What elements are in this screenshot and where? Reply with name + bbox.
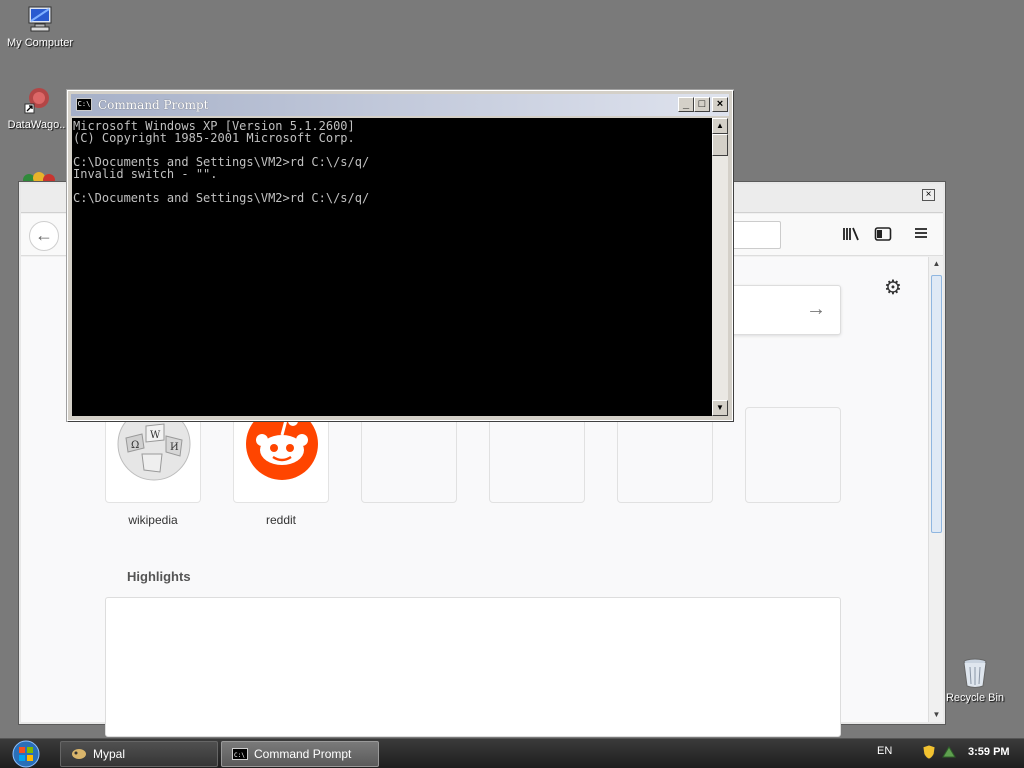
arrow-left-icon: ←	[35, 225, 53, 245]
cmd-title: Command Prompt	[98, 98, 209, 112]
recycle-bin-icon	[963, 658, 987, 688]
desktop-icon-label: Recycle Bin	[945, 692, 1005, 704]
desktop-icon-label: DataWago...	[7, 119, 69, 131]
clock[interactable]: 3:59 PM	[968, 746, 1010, 758]
cmd-icon: C:\	[232, 748, 248, 760]
highlights-heading: Highlights	[127, 569, 191, 584]
top-site-label[interactable]: reddit	[233, 513, 329, 527]
scroll-thumb[interactable]	[712, 134, 728, 156]
start-button-windows-icon[interactable]	[8, 740, 44, 768]
network-icon[interactable]	[941, 745, 957, 759]
top-site-empty[interactable]	[617, 407, 713, 503]
highlights-panel	[105, 597, 841, 737]
top-site-empty[interactable]	[361, 407, 457, 503]
svg-text:И: И	[170, 442, 179, 453]
scroll-thumb[interactable]	[931, 275, 942, 533]
arrow-right-icon[interactable]: →	[806, 298, 826, 321]
close-button[interactable]: ×	[712, 97, 728, 112]
command-prompt-window[interactable]: C:\ Command Prompt _ □ × Microsoft Windo…	[67, 90, 733, 421]
taskbar-item-label: Mypal	[93, 747, 126, 761]
svg-text:Ω: Ω	[131, 440, 139, 451]
svg-text:C:\: C:\	[234, 752, 245, 759]
back-button[interactable]: ←	[29, 221, 59, 251]
scroll-up-icon[interactable]: ▲	[929, 257, 944, 271]
scroll-down-icon[interactable]: ▼	[712, 400, 728, 416]
datawago-icon	[24, 88, 49, 114]
desktop-icon-recycle-bin[interactable]: Recycle Bin	[937, 657, 1013, 704]
desktop-icon-label: My Computer	[6, 37, 74, 49]
sidebar-icon[interactable]	[873, 226, 893, 246]
reddit-icon	[246, 408, 318, 480]
my-computer-icon	[28, 6, 52, 32]
wikipedia-icon: Ω W И	[117, 407, 191, 481]
taskbar: Mypal C:\ Command Prompt EN 3:59 PM	[0, 738, 1024, 768]
svg-text:W: W	[150, 430, 161, 441]
taskbar-item-command-prompt[interactable]: C:\ Command Prompt	[221, 741, 379, 767]
top-site-empty[interactable]	[745, 407, 841, 503]
language-indicator[interactable]: EN	[877, 745, 892, 757]
minimize-button[interactable]: _	[678, 97, 694, 112]
cmd-titlebar[interactable]: C:\ Command Prompt _ □ ×	[71, 94, 729, 116]
scroll-up-icon[interactable]: ▲	[712, 118, 728, 134]
top-site-wikipedia[interactable]: Ω W И	[105, 407, 201, 503]
library-icon[interactable]	[841, 226, 861, 246]
browser-close-button[interactable]: ×	[922, 189, 935, 201]
security-shield-icon[interactable]	[922, 744, 936, 760]
top-site-label[interactable]: wikipedia	[105, 513, 201, 527]
menu-icon[interactable]	[911, 226, 931, 246]
console-input-line[interactable]: C:\Documents and Settings\VM2>rd C:\/s/q…	[73, 192, 711, 204]
scroll-down-icon[interactable]: ▼	[929, 708, 944, 722]
cmd-app-icon[interactable]: C:\	[76, 98, 92, 111]
browser-scrollbar[interactable]: ▲ ▼	[928, 257, 943, 722]
gear-icon[interactable]: ⚙	[884, 275, 902, 300]
console-line: Invalid switch - "".	[73, 167, 218, 181]
maximize-button[interactable]: □	[694, 97, 710, 112]
desktop-icon-datawago[interactable]: DataWago...	[0, 86, 76, 131]
top-site-empty[interactable]	[489, 407, 585, 503]
console-line: (C) Copyright 1985-2001 Microsoft Corp.	[73, 131, 355, 145]
top-site-reddit[interactable]	[233, 407, 329, 503]
desktop-icon-my-computer[interactable]: My Computer	[2, 4, 78, 49]
mypal-icon	[72, 749, 86, 759]
taskbar-item-mypal[interactable]: Mypal	[60, 741, 218, 767]
cmd-scrollbar[interactable]: ▲ ▼	[712, 118, 728, 416]
taskbar-item-label: Command Prompt	[254, 747, 352, 761]
console-output[interactable]: Microsoft Windows XP [Version 5.1.2600](…	[72, 118, 712, 416]
